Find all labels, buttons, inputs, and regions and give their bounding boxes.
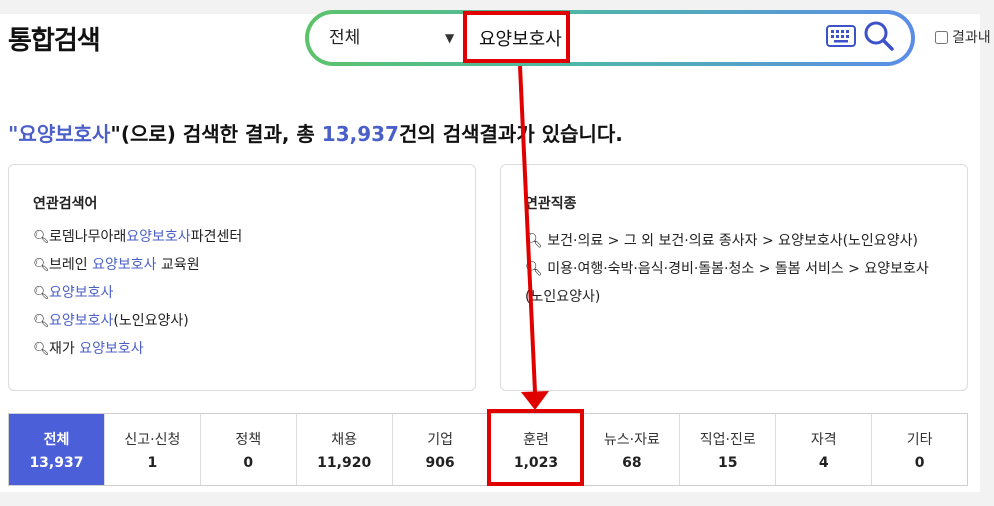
keyword-suffix: 교육원 bbox=[156, 257, 200, 273]
tab-label: 정책 bbox=[235, 431, 262, 448]
within-results-checkbox[interactable]: 결과내 bbox=[935, 27, 991, 47]
tab-count: 0 bbox=[243, 454, 254, 471]
result-summary: "요양보호사"(으로) 검색한 결과, 총 13,937건의 검색결과가 있습니… bbox=[8, 118, 623, 147]
keyword-prefix: 로뎀나무아래 bbox=[49, 229, 127, 245]
magnifier-icon: 🔍︎ bbox=[33, 286, 50, 301]
occupation-path: 보건·의료 > 그 외 보건·의료 종사자 > 요양보호사(노인요양사) bbox=[547, 233, 918, 249]
search-icon[interactable] bbox=[863, 20, 895, 52]
keyword-suffix: (노인요양사) bbox=[113, 313, 189, 329]
keyword-highlight: 요양보호사 bbox=[126, 229, 191, 245]
tab-other[interactable]: 기타 0 bbox=[872, 414, 967, 485]
tab-certificates[interactable]: 자격 4 bbox=[776, 414, 873, 485]
search-page: 통합검색 전체 ▼ 결과내 "요양보호사"(으로) 검색한 결과, 총 13,9… bbox=[0, 10, 991, 492]
tab-label: 기업 bbox=[427, 431, 453, 448]
tab-count: 906 bbox=[425, 454, 455, 471]
summary-keyword: 요양보호사 bbox=[18, 122, 111, 146]
tab-policy[interactable]: 정책 0 bbox=[201, 414, 297, 485]
magnifier-icon: 🔍︎ bbox=[33, 314, 50, 329]
magnifier-icon: 🔍︎ bbox=[33, 258, 50, 273]
related-keyword-item[interactable]: 🔍︎요양보호사 bbox=[33, 283, 242, 311]
within-results-check[interactable] bbox=[935, 31, 948, 44]
keyword-highlight: 요양보호사 bbox=[49, 285, 114, 301]
related-occupations-panel: 연관직종 🔍︎ 보건·의료 > 그 외 보건·의료 종사자 > 요양보호사(노인… bbox=[500, 164, 968, 391]
keyword-highlight: 요양보호사 bbox=[92, 257, 157, 273]
tab-career[interactable]: 직업·진로 15 bbox=[680, 414, 777, 485]
keyword-highlight: 요양보호사 bbox=[79, 341, 144, 357]
search-input[interactable] bbox=[475, 22, 823, 54]
tab-label: 채용 bbox=[331, 431, 358, 448]
tab-jobs[interactable]: 채용 11,920 bbox=[297, 414, 393, 485]
tab-label: 전체 bbox=[43, 431, 70, 448]
occupation-path: 미용·여행·숙박·음식·경비·돌봄·청소 > 돌봄 서비스 > 요양보호사(노인… bbox=[525, 261, 929, 305]
tab-companies[interactable]: 기업 906 bbox=[393, 414, 489, 485]
keyword-prefix: 재가 bbox=[49, 341, 80, 357]
tab-count: 68 bbox=[622, 454, 642, 471]
tab-count: 15 bbox=[718, 454, 738, 471]
related-keyword-item[interactable]: 🔍︎로뎀나무아래요양보호사파견센터 bbox=[33, 227, 242, 255]
search-bar: 전체 ▼ bbox=[305, 10, 915, 66]
scope-select[interactable]: 전체 bbox=[329, 24, 459, 52]
related-keyword-item[interactable]: 🔍︎재가 요양보호사 bbox=[33, 339, 242, 367]
tab-count: 4 bbox=[818, 454, 829, 471]
tab-news-data[interactable]: 뉴스·자료 68 bbox=[584, 414, 681, 485]
magnifier-icon: 🔍︎ bbox=[33, 230, 50, 245]
keyword-suffix: 파견센터 bbox=[190, 229, 243, 245]
tab-count: 11,920 bbox=[317, 454, 372, 471]
tab-label: 직업·진로 bbox=[699, 431, 756, 448]
category-tabs: 전체 13,937 신고·신청 1 정책 0 채용 11,920 기업 906 훈련 1,0… bbox=[8, 413, 968, 486]
summary-total: 13,937 bbox=[321, 122, 399, 146]
tab-label: 뉴스·자료 bbox=[603, 431, 660, 448]
magnifier-icon: 🔍︎ bbox=[525, 233, 548, 249]
related-occupations-list: 🔍︎ 보건·의료 > 그 외 보건·의료 종사자 > 요양보호사(노인요양사) … bbox=[525, 227, 945, 311]
tab-training[interactable]: 훈련 1,023 bbox=[489, 414, 585, 485]
chevron-down-icon[interactable]: ▼ bbox=[445, 24, 454, 52]
tab-all[interactable]: 전체 13,937 bbox=[9, 414, 105, 485]
summary-open-quote: " bbox=[8, 122, 19, 146]
related-occupation-item[interactable]: 🔍︎ 보건·의료 > 그 외 보건·의료 종사자 > 요양보호사(노인요양사) bbox=[525, 227, 945, 255]
tab-label: 훈련 bbox=[523, 431, 549, 448]
tab-count: 0 bbox=[914, 454, 925, 471]
related-keyword-item[interactable]: 🔍︎요양보호사(노인요양사) bbox=[33, 311, 242, 339]
magnifier-icon: 🔍︎ bbox=[525, 261, 548, 277]
related-occupations-title: 연관직종 bbox=[525, 196, 577, 212]
tab-label: 신고·신청 bbox=[124, 431, 181, 448]
tab-label: 자격 bbox=[810, 431, 837, 448]
search-bar-inner: 전체 ▼ bbox=[309, 14, 911, 62]
summary-text-1: "(으로) 검색한 결과, 총 bbox=[110, 122, 322, 146]
tab-label: 기타 bbox=[906, 431, 933, 448]
tab-count: 13,937 bbox=[29, 454, 84, 471]
tab-count: 1,023 bbox=[513, 454, 559, 471]
related-keyword-item[interactable]: 🔍︎브레인 요양보호사 교육원 bbox=[33, 255, 242, 283]
summary-text-2: 건의 검색결과가 있습니다. bbox=[398, 122, 623, 146]
related-keywords-list: 🔍︎로뎀나무아래요양보호사파견센터 🔍︎브레인 요양보호사 교육원 🔍︎요양보호… bbox=[33, 227, 242, 367]
magnifier-icon: 🔍︎ bbox=[33, 342, 50, 357]
page-title: 통합검색 bbox=[8, 26, 101, 56]
related-occupation-item[interactable]: 🔍︎ 미용·여행·숙박·음식·경비·돌봄·청소 > 돌봄 서비스 > 요양보호사… bbox=[525, 255, 945, 311]
keyword-prefix: 브레인 bbox=[49, 257, 93, 273]
related-keywords-title: 연관검색어 bbox=[33, 196, 98, 212]
tab-report-apply[interactable]: 신고·신청 1 bbox=[105, 414, 201, 485]
within-results-label: 결과내 bbox=[952, 30, 991, 46]
tab-count: 1 bbox=[147, 454, 158, 471]
keyboard-icon[interactable] bbox=[826, 25, 856, 47]
related-keywords-panel: 연관검색어 🔍︎로뎀나무아래요양보호사파견센터 🔍︎브레인 요양보호사 교육원 … bbox=[8, 164, 476, 391]
keyword-highlight: 요양보호사 bbox=[49, 313, 114, 329]
